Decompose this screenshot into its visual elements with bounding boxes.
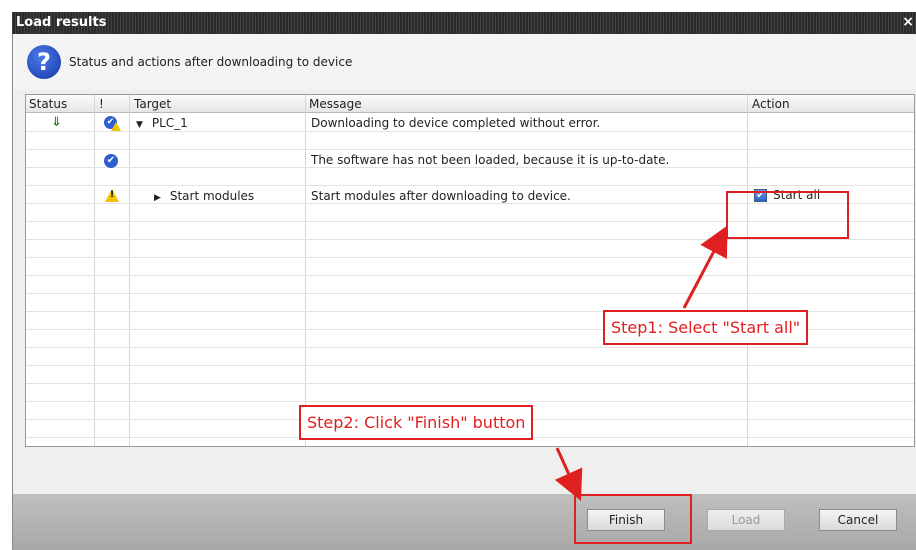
column-divider [94, 95, 95, 446]
target-label: Start modules [169, 189, 255, 203]
warning-icon: ! [105, 189, 119, 205]
window-title: Load results [16, 15, 107, 30]
table-row-plc1-target[interactable]: ▼ PLC_1 [136, 116, 188, 130]
row-divider [26, 257, 914, 258]
check-warning-icon: ✔ [104, 116, 121, 135]
column-divider [747, 95, 748, 446]
column-header-target[interactable]: Target [134, 97, 171, 111]
step2-annotation: Step2: Click "Finish" button [299, 405, 534, 440]
column-header-message[interactable]: Message [309, 97, 362, 111]
step1-annotation: Step1: Select "Start all" [603, 310, 809, 345]
row-divider [26, 347, 914, 348]
title-bar: Load results × [12, 12, 916, 34]
row-divider [26, 149, 914, 150]
target-label: PLC_1 [151, 116, 188, 130]
dialog-header: ? Status and actions after downloading t… [13, 34, 916, 90]
row-divider [26, 239, 914, 240]
check-icon: ✔ [104, 152, 118, 168]
row-divider [26, 167, 914, 168]
table-header: Status ! Target Message Action [26, 95, 914, 113]
header-description: Status and actions after downloading to … [69, 55, 353, 69]
table-row-start-modules-target[interactable]: ▶ Start modules [154, 189, 254, 203]
finish-highlight-box [574, 494, 692, 544]
cancel-button[interactable]: Cancel [819, 509, 897, 531]
question-icon: ? [27, 45, 61, 79]
row-divider [26, 131, 914, 132]
outer-margin [0, 12, 12, 550]
expand-icon[interactable]: ▶ [154, 193, 166, 203]
load-button[interactable]: Load [707, 509, 785, 531]
row-divider [26, 275, 914, 276]
message-text: The software has not been loaded, becaus… [311, 153, 670, 167]
expand-collapse-icon[interactable]: ▼ [136, 120, 148, 130]
column-divider [129, 95, 130, 446]
close-icon[interactable]: × [902, 14, 914, 30]
column-header-status[interactable]: Status [29, 97, 67, 111]
results-table: Status ! Target Message Action ⇓ ✔ ▼ PLC… [25, 94, 915, 447]
download-icon: ⇓ [51, 115, 62, 130]
load-results-dialog: ? Status and actions after downloading t… [12, 34, 916, 550]
row-divider [26, 365, 914, 366]
start-all-highlight-box [726, 191, 849, 239]
column-header-flag[interactable]: ! [99, 97, 104, 111]
dialog-footer: Finish Load Cancel [13, 494, 916, 550]
column-divider [305, 95, 306, 446]
row-divider [26, 383, 914, 384]
row-divider [26, 293, 914, 294]
column-header-action[interactable]: Action [752, 97, 790, 111]
row-divider [26, 401, 914, 402]
row-divider [26, 185, 914, 186]
message-text: Downloading to device completed without … [311, 116, 601, 130]
message-text: Start modules after downloading to devic… [311, 189, 571, 203]
